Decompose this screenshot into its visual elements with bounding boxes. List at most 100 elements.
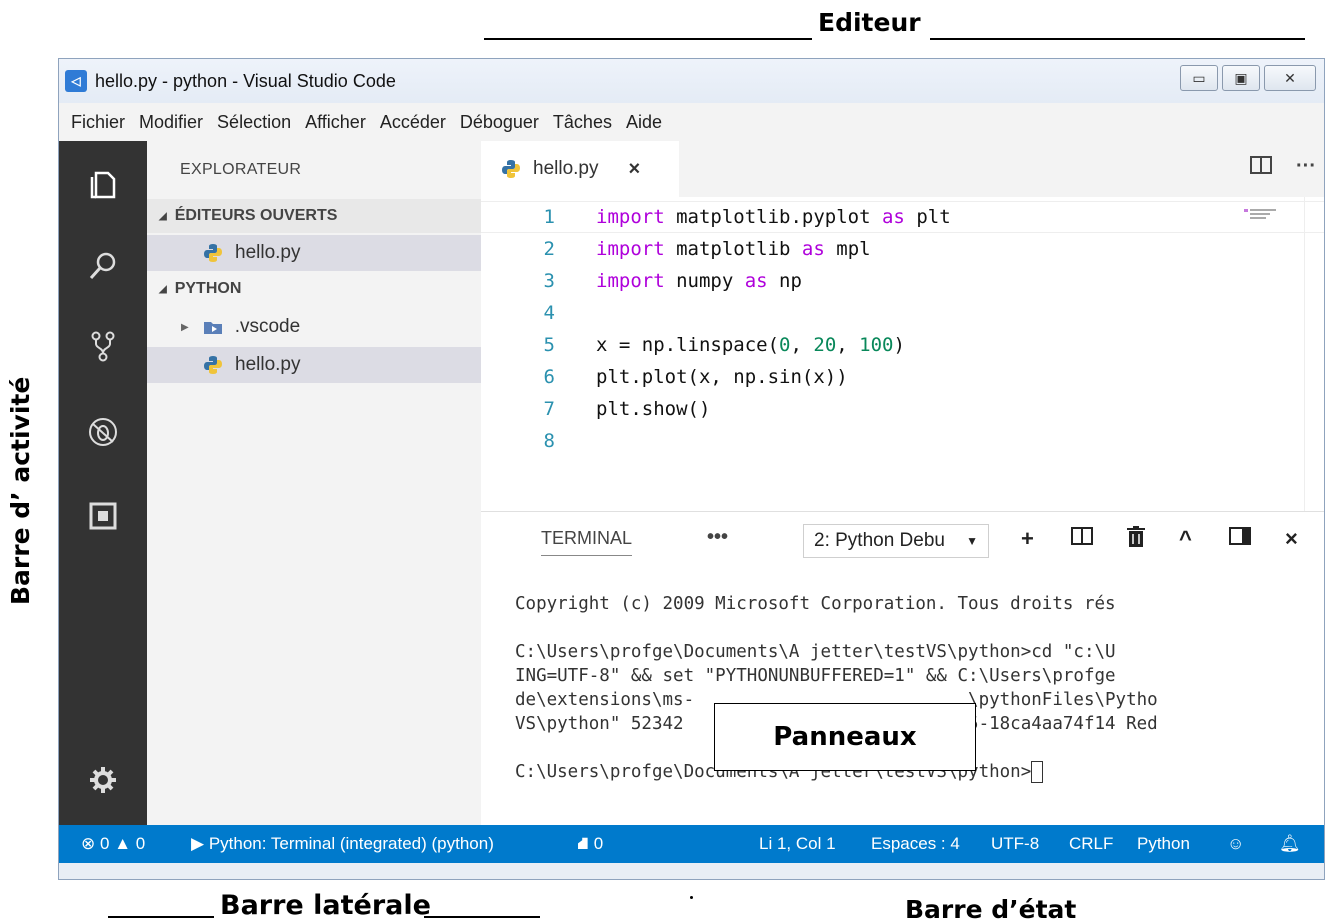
terminal-cursor [1031,761,1044,783]
editor-tabs: hello.py × ··· [481,141,1324,197]
open-editor-hello[interactable]: hello.py [147,235,481,271]
menu-acceder[interactable]: Accéder [380,112,446,133]
keyword-token: as [881,206,905,228]
vscode-folder-icon [203,317,223,337]
close-window-button[interactable]: ✕ [1264,65,1316,91]
line-ending[interactable]: CRLF [1069,834,1113,854]
toggle-panel-icon[interactable] [1229,526,1251,552]
minimize-button[interactable]: ▭ [1180,65,1218,91]
python-folder-header[interactable]: ◢ PYTHON [147,272,481,306]
code-token: plt.show() [596,398,711,420]
panel: TERMINAL ••• 2: Python Debu ▼ + ^ × Copy… [481,511,1324,825]
label-barre-activite: Barre d’ activité [6,376,35,605]
line-source: plt.show() [596,398,710,420]
split-editor-icon[interactable] [1250,155,1272,181]
file-hello[interactable]: hello.py [147,347,481,383]
menu-taches[interactable]: Tâches [553,112,612,133]
code-line[interactable]: 7 plt.show() [481,393,1324,425]
run-target[interactable]: ▶ Python: Terminal (integrated) (python) [191,834,494,854]
status-bar: ⊗ 0 ▲ 0 ▶ Python: Terminal (integrated) … [59,825,1324,863]
open-editors-header[interactable]: ◢ ÉDITEURS OUVERTS [147,199,481,233]
line-number: 5 [543,334,555,356]
python-file-icon [203,355,223,375]
menu-aide[interactable]: Aide [626,112,662,133]
menu-selection[interactable]: Sélection [217,112,291,133]
language-mode[interactable]: Python [1137,834,1190,854]
line-number: 3 [543,270,555,292]
line-number: 4 [543,302,555,324]
vscode-window: ◁ hello.py - python - Visual Studio Code… [58,58,1325,880]
expand-arrow-icon: ▶ [181,321,189,333]
line-source: import matplotlib as mpl [596,238,871,260]
code-token: , [790,334,814,356]
underline-right [930,38,1305,40]
keyword-token: import [596,206,665,228]
line-source: import numpy as np [596,270,802,292]
label-editeur: Editeur [818,8,921,37]
tab-terminal[interactable]: TERMINAL [541,528,633,556]
chevron-up-icon[interactable]: ^ [1179,526,1192,552]
code-token: numpy [664,270,745,292]
tasks-indicator[interactable]: ⛘ 0 [577,834,603,856]
gear-icon[interactable] [59,751,147,809]
code-line[interactable]: 4 [481,297,1324,329]
code-line[interactable]: 8 [481,425,1324,457]
vscode-folder-row[interactable]: ▶ .vscode [147,309,481,345]
menu-fichier[interactable]: Fichier [71,112,125,133]
code-token: np [767,270,802,292]
warning-count: 0 [135,834,146,853]
number-token: 0 [779,334,791,356]
editor-scrollbar[interactable] [1304,197,1324,511]
terminal-select[interactable]: 2: Python Debu ▼ [803,524,989,558]
minimap[interactable] [1244,207,1296,231]
open-editor-label: hello.py [235,242,301,263]
label-barre-laterale: Barre latérale [220,890,431,921]
code-line[interactable]: 6 plt.plot(x, np.sin(x)) [481,361,1324,393]
window-title: hello.py - python - Visual Studio Code [95,70,396,91]
code-line[interactable]: 5 x = np.linspace(0, 20, 100) [481,329,1324,361]
dropdown-caret-icon: ▼ [966,534,978,548]
code-line[interactable]: 3 import numpy as np [481,265,1324,297]
number-token: 20 [813,334,837,356]
keyword-token: as [801,238,825,260]
error-count: 0 [99,834,110,853]
bell-icon[interactable]: 🔔︎ [1279,834,1301,854]
editor: hello.py × ··· 1 import matplotlib.pyplot… [481,141,1324,511]
panel-header: TERMINAL ••• 2: Python Debu ▼ + ^ × [481,512,1324,572]
cursor-position[interactable]: Li 1, Col 1 [759,834,836,854]
extensions-icon[interactable] [59,487,147,545]
tab-hello-py[interactable]: hello.py × [481,141,679,197]
close-panel-icon[interactable]: × [1285,526,1298,552]
collapse-arrow-icon: ◢ [159,283,167,295]
line-number: 1 [543,206,555,228]
smiley-icon[interactable]: ☺ [1227,834,1244,854]
maximize-button[interactable]: ▣ [1222,65,1260,91]
files-icon[interactable] [59,155,147,213]
code-area[interactable]: 1 import matplotlib.pyplot as plt 2 import … [481,201,1324,457]
underline-left [484,38,812,40]
window-bottom-border [59,863,1324,879]
panel-more-icon[interactable]: ••• [707,526,728,549]
debug-icon[interactable] [59,403,147,461]
menu-afficher[interactable]: Afficher [305,112,366,133]
more-actions-icon[interactable]: ··· [1296,155,1316,178]
menu-bar: Fichier Modifier Sélection Afficher Accé… [59,103,1324,141]
play-icon: ▶ [191,834,205,853]
code-line[interactable]: 2 import matplotlib as mpl [481,233,1324,265]
indentation[interactable]: Espaces : 4 [871,834,960,854]
close-tab-icon[interactable]: × [629,158,641,181]
vscode-logo-icon: ◁ [65,70,87,92]
file-label: hello.py [235,354,301,375]
new-terminal-icon[interactable]: + [1021,526,1034,552]
menu-deboguer[interactable]: Déboguer [460,112,539,133]
source-control-icon[interactable] [59,317,147,375]
dot [690,896,693,899]
trash-icon[interactable] [1127,526,1145,554]
code-token: plt.plot(x, np.sin(x)) [596,366,848,388]
problems-indicator[interactable]: ⊗ 0 ▲ 0 [81,834,145,854]
search-icon[interactable] [59,237,147,295]
menu-modifier[interactable]: Modifier [139,112,203,133]
encoding[interactable]: UTF-8 [991,834,1039,854]
code-line[interactable]: 1 import matplotlib.pyplot as plt [481,201,1324,233]
split-terminal-icon[interactable] [1071,526,1093,552]
